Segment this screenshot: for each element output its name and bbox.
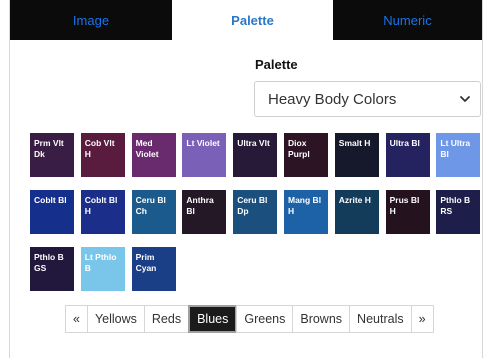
color-swatch[interactable]: Prim Cyan bbox=[131, 247, 176, 291]
color-swatch[interactable]: Cob Vlt H bbox=[80, 133, 125, 177]
swatch-label: Med Violet bbox=[135, 138, 159, 159]
pager-item-browns[interactable]: Browns bbox=[292, 305, 351, 333]
color-swatch[interactable]: Anthra Bl bbox=[182, 190, 227, 234]
swatch-label: Lt Pthlo B bbox=[84, 252, 117, 273]
pager-item-greens[interactable]: Greens bbox=[236, 305, 294, 333]
swatch-label: Ultra Vlt bbox=[237, 138, 270, 148]
color-swatch[interactable]: Mang Bl H bbox=[284, 190, 328, 234]
palette-select[interactable]: Heavy Body Colors bbox=[254, 81, 481, 117]
swatch-label: Prim Cyan bbox=[135, 252, 157, 273]
swatch-label: Pthlo B GS bbox=[34, 252, 64, 273]
pager-next-button[interactable]: » bbox=[410, 305, 434, 333]
swatch-label: Lt Violet bbox=[186, 138, 220, 148]
color-swatch[interactable]: Coblt Bl bbox=[30, 190, 74, 234]
swatch-label: Ceru Bl Ch bbox=[135, 195, 166, 216]
color-swatch[interactable]: Diox Purpl bbox=[284, 133, 328, 177]
color-swatch[interactable]: Ultra Vlt bbox=[233, 133, 278, 177]
color-swatch[interactable]: Smalt H bbox=[334, 133, 379, 177]
pager-item-blues[interactable]: Blues bbox=[188, 305, 238, 333]
pager-item-reds[interactable]: Reds bbox=[143, 305, 190, 333]
color-swatch[interactable]: Med Violet bbox=[131, 133, 176, 177]
swatch-label: Coblt Bl H bbox=[84, 195, 118, 216]
color-swatch[interactable]: Coblt Bl H bbox=[80, 190, 125, 234]
tab-palette[interactable]: Palette bbox=[172, 0, 333, 40]
swatch-label: Prm Vlt Dk bbox=[34, 138, 64, 159]
swatch-label: Ceru Bl Dp bbox=[237, 195, 268, 216]
swatch-label: Anthra Bl bbox=[186, 195, 214, 216]
palette-select-value: Heavy Body Colors bbox=[268, 91, 397, 108]
pager-item-yellows[interactable]: Yellows bbox=[86, 305, 145, 333]
swatch-label: Coblt Bl bbox=[34, 195, 67, 205]
swatch-label: Diox Purpl bbox=[288, 138, 310, 159]
pagination: «Yellows Reds Blues Greens Browns Neutrals» bbox=[65, 305, 434, 333]
swatch-label: Mang Bl H bbox=[288, 195, 322, 216]
color-swatch[interactable]: Lt Violet bbox=[182, 133, 227, 177]
swatch-label: Lt Ultra Bl bbox=[440, 138, 471, 159]
swatch-label: Cob Vlt H bbox=[84, 138, 115, 159]
chevron-down-icon bbox=[460, 96, 470, 102]
color-swatch[interactable]: Pthlo B RS bbox=[436, 190, 481, 234]
color-swatch[interactable]: Prus Bl H bbox=[385, 190, 430, 234]
swatch-label: Ultra Bl bbox=[389, 138, 420, 148]
color-swatch[interactable]: Ceru Bl Ch bbox=[131, 190, 176, 234]
tab-image[interactable]: Image bbox=[10, 0, 172, 40]
swatch-label: Pthlo B RS bbox=[440, 195, 471, 216]
tab-numeric[interactable]: Numeric bbox=[333, 0, 482, 40]
pager-prev-button[interactable]: « bbox=[65, 305, 88, 333]
pager-item-neutrals[interactable]: Neutrals bbox=[349, 305, 412, 333]
color-swatch[interactable]: Ultra Bl bbox=[385, 133, 430, 177]
color-swatch[interactable]: Lt Pthlo B bbox=[80, 247, 125, 291]
swatch-label: Smalt H bbox=[338, 138, 371, 148]
color-swatch[interactable]: Ceru Bl Dp bbox=[233, 190, 278, 234]
color-swatch[interactable]: Pthlo B GS bbox=[30, 247, 74, 291]
color-swatch[interactable]: Prm Vlt Dk bbox=[30, 133, 74, 177]
swatch-label: Prus Bl H bbox=[389, 195, 420, 216]
tab-bar: Image Palette Numeric bbox=[10, 0, 482, 40]
color-swatch[interactable]: Azrite H bbox=[334, 190, 379, 234]
palette-label: Palette bbox=[255, 57, 298, 72]
swatch-label: Azrite H bbox=[338, 195, 371, 205]
color-swatch[interactable]: Lt Ultra Bl bbox=[436, 133, 481, 177]
